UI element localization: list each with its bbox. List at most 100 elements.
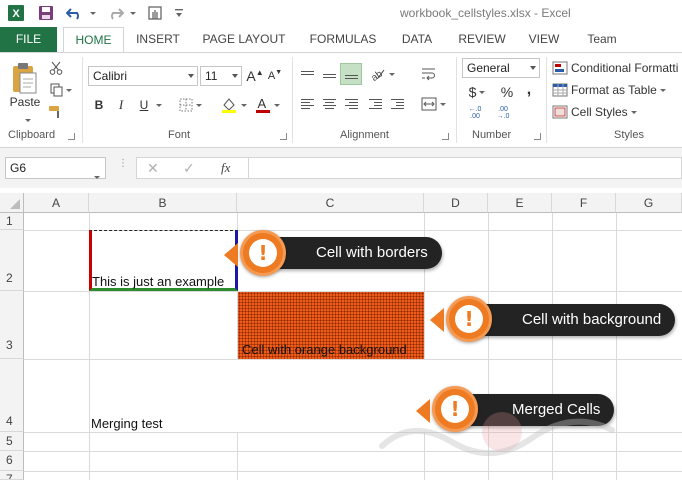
confirm-entry-icon[interactable]: ✓ <box>183 160 195 177</box>
callout-background: Cell with background <box>468 304 676 336</box>
bold-button[interactable]: B <box>90 95 108 115</box>
exclamation-icon: ! <box>240 230 286 276</box>
row-header-6[interactable]: 6 <box>0 451 24 471</box>
borders-icon <box>179 98 192 112</box>
tab-home[interactable]: HOME <box>63 27 124 53</box>
number-group-label: Number <box>472 129 512 141</box>
currency-button[interactable]: $ <box>466 83 488 101</box>
increase-decimal-button[interactable]: ←.0 .00 <box>462 105 488 121</box>
customize-toolbar-icon[interactable] <box>172 4 186 22</box>
undo-dropdown-icon[interactable] <box>86 4 96 22</box>
tab-formulas[interactable]: FORMULAS <box>302 27 384 52</box>
conditional-formatting-button[interactable]: Conditional Formatti <box>552 59 682 77</box>
shrink-font-button[interactable]: A ▼ <box>266 66 284 86</box>
fill-color-button[interactable] <box>218 95 248 115</box>
underline-dropdown-icon[interactable] <box>152 95 162 115</box>
number-format-combo[interactable]: General <box>462 58 540 78</box>
redo-dropdown-icon[interactable] <box>126 4 136 22</box>
italic-button[interactable]: I <box>112 95 130 115</box>
callout-pointer <box>224 243 238 267</box>
formula-input[interactable] <box>249 157 682 179</box>
row-header-1[interactable]: 1 <box>0 213 24 230</box>
tab-insert[interactable]: INSERT <box>128 27 188 52</box>
decrease-indent-icon[interactable] <box>366 95 384 113</box>
align-right-icon[interactable] <box>342 95 360 113</box>
row-header-3[interactable]: 3 <box>0 291 24 359</box>
align-bottom-icon[interactable] <box>340 63 362 85</box>
name-box[interactable]: G6 <box>5 157 106 180</box>
grow-font-button[interactable]: A ▲ <box>246 66 264 86</box>
paste-button-label[interactable]: Paste <box>7 95 43 109</box>
cell-styles-button[interactable]: Cell Styles <box>552 103 682 121</box>
tab-team[interactable]: Team <box>578 27 626 52</box>
currency-icon: $ <box>468 84 477 100</box>
copy-icon[interactable] <box>46 81 76 99</box>
column-header-b[interactable]: B <box>89 193 237 213</box>
align-top-icon[interactable] <box>298 65 316 83</box>
exclamation-glyph: ! <box>249 239 277 267</box>
align-left-icon[interactable] <box>298 95 316 113</box>
font-name-value: Calibri <box>93 69 128 83</box>
tab-review[interactable]: REVIEW <box>452 27 512 52</box>
row-header-4[interactable]: 4 <box>0 359 24 432</box>
row-header-7[interactable]: 7 <box>0 471 24 480</box>
conditional-formatting-label: Conditional Formatti <box>571 61 679 75</box>
font-launcher-icon[interactable] <box>280 133 287 140</box>
align-center-icon[interactable] <box>320 95 338 113</box>
column-header-f[interactable]: F <box>552 193 616 213</box>
ribbon-tabs: FILE HOME INSERT PAGE LAYOUT FORMULAS DA… <box>0 27 682 53</box>
orientation-button[interactable]: ab <box>366 65 396 83</box>
cell-b4-text: Merging test <box>91 416 163 431</box>
alignment-group-label: Alignment <box>340 129 389 141</box>
touch-mode-icon[interactable] <box>144 4 166 22</box>
underline-button[interactable]: U <box>136 95 152 115</box>
save-icon[interactable] <box>36 4 56 22</box>
row-header-5[interactable]: 5 <box>0 432 24 451</box>
format-as-table-label: Format as Table <box>571 83 657 97</box>
insert-function-icon[interactable]: fx <box>221 160 230 176</box>
format-as-table-button[interactable]: Format as Table <box>552 81 682 99</box>
column-header-a[interactable]: A <box>24 193 89 213</box>
clipboard-launcher-icon[interactable] <box>68 133 75 140</box>
merge-center-button[interactable] <box>418 95 448 113</box>
column-header-c[interactable]: C <box>237 193 424 213</box>
column-header-d[interactable]: D <box>424 193 488 213</box>
paste-icon[interactable] <box>6 59 42 99</box>
redo-icon[interactable] <box>104 4 126 22</box>
decrease-decimal-button[interactable]: .00 →.0 <box>490 105 516 121</box>
column-header-g[interactable]: G <box>616 193 682 213</box>
select-all-corner[interactable] <box>0 193 24 213</box>
conditional-formatting-icon <box>552 61 568 75</box>
percent-button[interactable]: % <box>498 83 516 101</box>
font-name-combo[interactable]: Calibri <box>88 66 198 86</box>
formula-bar-grip-icon[interactable]: ⋮ <box>118 159 128 175</box>
number-launcher-icon[interactable] <box>534 133 541 140</box>
comma-style-button[interactable]: , <box>522 81 536 99</box>
alignment-launcher-icon[interactable] <box>442 133 449 140</box>
increase-indent-icon[interactable] <box>388 95 406 113</box>
formula-buttons: ✕ ✓ fx <box>136 157 249 179</box>
tab-page-layout[interactable]: PAGE LAYOUT <box>196 27 292 52</box>
font-color-icon: A <box>255 96 271 114</box>
gridline <box>24 471 682 472</box>
cut-icon[interactable] <box>46 59 66 77</box>
tab-file[interactable]: FILE <box>0 27 57 52</box>
column-header-e[interactable]: E <box>488 193 552 213</box>
tab-data[interactable]: DATA <box>392 27 442 52</box>
borders-button[interactable] <box>176 95 204 115</box>
paste-dropdown-icon <box>22 113 31 127</box>
wrap-text-icon[interactable] <box>418 65 440 83</box>
name-box-dropdown-icon[interactable] <box>91 167 100 187</box>
font-size-combo[interactable]: 11 <box>200 66 242 86</box>
tab-view[interactable]: VIEW <box>520 27 568 52</box>
group-divider <box>292 57 293 143</box>
orientation-icon: ab <box>369 68 385 82</box>
align-middle-icon[interactable] <box>320 65 338 83</box>
undo-icon[interactable] <box>64 4 86 22</box>
excel-icon[interactable]: X <box>6 4 26 22</box>
cancel-entry-icon[interactable]: ✕ <box>147 160 159 177</box>
name-box-value: G6 <box>10 161 27 175</box>
font-color-button[interactable]: A <box>252 95 282 115</box>
row-header-2[interactable]: 2 <box>0 230 24 291</box>
format-painter-icon[interactable] <box>46 103 66 121</box>
